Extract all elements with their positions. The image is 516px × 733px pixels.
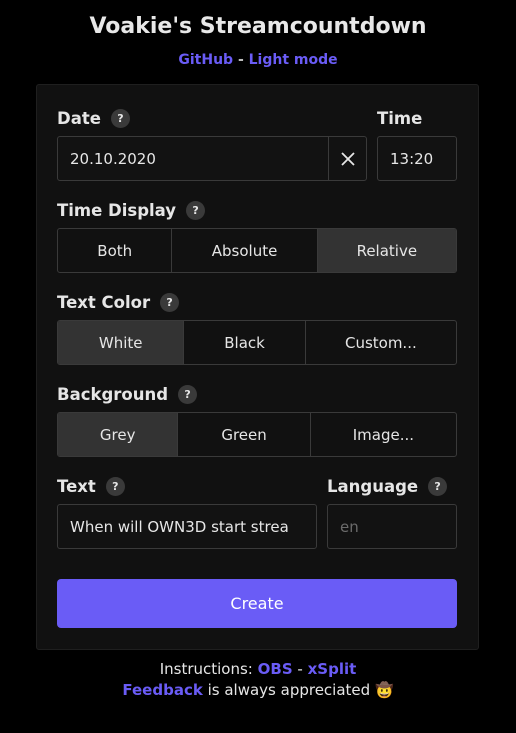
date-value: 20.10.2020 <box>70 149 156 168</box>
text-label-row: Text ? <box>57 477 125 496</box>
time-display-option-both[interactable]: Both <box>58 229 173 272</box>
background-option-grey[interactable]: Grey <box>58 413 179 456</box>
time-display-label-row: Time Display ? <box>57 201 206 220</box>
header-separator: - <box>237 52 244 68</box>
obs-link[interactable]: OBS <box>258 660 293 678</box>
language-label: Language <box>327 477 419 496</box>
time-input[interactable]: 13:20 <box>377 136 457 181</box>
cowboy-emoji-icon: 🤠 <box>374 681 394 699</box>
date-label-row: Date ? <box>57 109 130 128</box>
feedback-link[interactable]: Feedback <box>122 681 202 699</box>
time-label-row: Time <box>377 109 422 128</box>
clear-date-button[interactable] <box>328 137 366 180</box>
instructions-prefix: Instructions: <box>159 660 253 678</box>
text-color-option-black[interactable]: Black <box>184 321 306 364</box>
time-display-label: Time Display <box>57 201 177 220</box>
text-color-label: Text Color <box>57 293 151 312</box>
background-option-green[interactable]: Green <box>178 413 311 456</box>
github-link[interactable]: GitHub <box>178 52 233 68</box>
background-label: Background <box>57 385 169 404</box>
time-value: 13:20 <box>390 149 434 168</box>
background-selector: Grey Green Image... <box>57 412 457 457</box>
xsplit-link[interactable]: xSplit <box>308 660 357 678</box>
light-mode-link[interactable]: Light mode <box>249 52 338 68</box>
language-help-icon[interactable]: ? <box>428 477 448 496</box>
language-input[interactable]: en <box>327 504 457 549</box>
header-links: GitHub - Light mode <box>0 52 516 68</box>
text-help-icon[interactable]: ? <box>105 477 125 496</box>
create-button[interactable]: Create <box>57 579 457 628</box>
instructions-line: Instructions: OBS - xSplit <box>0 660 516 678</box>
text-value: When will OWN3D start strea <box>70 517 289 536</box>
date-input[interactable]: 20.10.2020 <box>57 136 367 181</box>
background-help-icon[interactable]: ? <box>178 385 198 404</box>
background-label-row: Background ? <box>57 385 198 404</box>
text-color-selector: White Black Custom... <box>57 320 457 365</box>
feedback-line: Feedback is always appreciated 🤠 <box>0 681 516 699</box>
time-display-option-relative[interactable]: Relative <box>317 229 456 272</box>
time-display-option-absolute[interactable]: Absolute <box>172 229 318 272</box>
settings-panel: Date ? Time 20.10.2020 13:20 Time Displa… <box>36 84 479 650</box>
language-label-row: Language ? <box>327 477 448 496</box>
close-icon <box>340 151 355 166</box>
date-label: Date <box>57 109 101 128</box>
date-help-icon[interactable]: ? <box>110 109 130 128</box>
language-placeholder: en <box>340 517 359 536</box>
background-option-image[interactable]: Image... <box>311 413 456 456</box>
text-color-label-row: Text Color ? <box>57 293 180 312</box>
feedback-suffix: is always appreciated <box>207 681 371 699</box>
text-label: Text <box>57 477 96 496</box>
time-display-help-icon[interactable]: ? <box>186 201 206 220</box>
text-color-option-custom[interactable]: Custom... <box>306 321 456 364</box>
text-color-help-icon[interactable]: ? <box>160 293 180 312</box>
time-display-selector: Both Absolute Relative <box>57 228 457 273</box>
text-color-option-white[interactable]: White <box>58 321 185 364</box>
time-label: Time <box>377 109 423 128</box>
instructions-separator: - <box>297 660 303 678</box>
text-input[interactable]: When will OWN3D start strea <box>57 504 317 549</box>
page-title: Voakie's Streamcountdown <box>89 14 427 39</box>
